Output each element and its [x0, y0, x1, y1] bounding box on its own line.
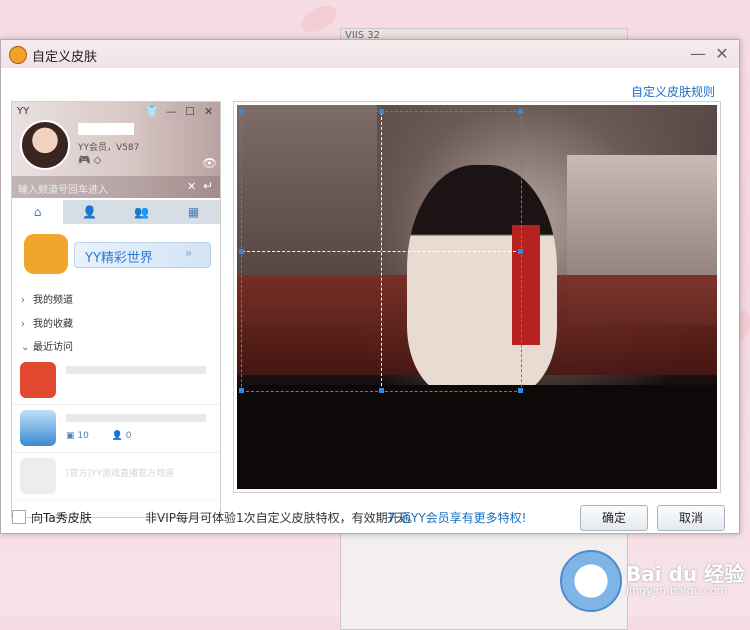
- cancel-button[interactable]: 取消: [657, 505, 725, 531]
- recent-count-a: 10: [77, 431, 89, 441]
- recent-count-b: 0: [125, 431, 132, 441]
- preview-search-placeholder: 输入频道号回车进入: [18, 185, 108, 196]
- baidu-paw-icon: [560, 550, 622, 612]
- crop-handle-right[interactable]: [518, 249, 523, 254]
- preview-nav-recent: ⌄ 最近访问: [21, 338, 73, 353]
- confirm-button[interactable]: 确定: [580, 505, 648, 531]
- show-skin-checkbox[interactable]: [12, 510, 26, 524]
- preview-nav-favorites: › 我的收藏: [21, 315, 73, 330]
- skin-rules-link[interactable]: 自定义皮肤规则: [631, 83, 715, 100]
- baidu-watermark: Bai du 经验 jingyan.baidu.com: [560, 550, 750, 616]
- banner-pill: YY精彩世界 »: [74, 242, 211, 268]
- crop-handle-bottom-right[interactable]: [518, 388, 523, 393]
- preview-skin-icon: 👕: [145, 105, 159, 118]
- crop-selection-box[interactable]: [239, 109, 523, 393]
- crop-handle-bottom[interactable]: [379, 388, 384, 393]
- dialog-title: 自定义皮肤: [32, 50, 98, 65]
- groups-tab-icon: 👥: [134, 205, 149, 219]
- dialog-footer: 向Ta秀皮肤 非VIP每月可体验1次自定义皮肤特权，有效期7天。 开通YY会员享…: [1, 496, 739, 533]
- enter-icon: ↵: [203, 179, 214, 193]
- watermark-url: jingyan.baidu.com: [626, 584, 728, 597]
- vip-upgrade-link[interactable]: 开通YY会员享有更多特权!: [387, 509, 526, 526]
- recent-counts: ▣ 10 👤 0: [66, 431, 132, 441]
- preview-minimize-icon: —: [166, 105, 177, 118]
- preview-maximize-icon: ☐: [185, 105, 195, 118]
- list-item: [12, 356, 220, 405]
- uploaded-photo[interactable]: [237, 105, 717, 489]
- chevron-right-icon: ›: [21, 295, 25, 306]
- crop-handle-top[interactable]: [379, 109, 384, 114]
- blurred-title: [66, 414, 206, 422]
- preview-status-icons: 🎮 ◇: [78, 155, 102, 166]
- skin-preview-panel: YY 👕 — ☐ ✕ YY会员，V587 🎮 ◇ 👁 输入频道号回车进入 ✕ ↵…: [11, 101, 221, 518]
- recent-title: [官方]YY游戏直播官方频道: [66, 469, 175, 479]
- crop-handle-left[interactable]: [239, 249, 244, 254]
- preview-header: YY 👕 — ☐ ✕ YY会员，V587 🎮 ◇ 👁 输入频道号回车进入 ✕ ↵: [12, 102, 220, 198]
- close-button[interactable]: ✕: [711, 43, 733, 65]
- list-item: ▣ 10 👤 0: [12, 404, 220, 453]
- nav-label: 最近访问: [33, 342, 73, 353]
- nav-label: 我的频道: [33, 295, 73, 306]
- eye-icon: 👁: [202, 156, 218, 170]
- yy-logo-icon: [9, 46, 27, 64]
- crop-handle-top-left[interactable]: [239, 109, 244, 114]
- preview-search-bar: 输入频道号回车进入 ✕ ↵: [12, 176, 220, 198]
- preview-tabs: ⌂ 👤 👥 ▦: [12, 200, 220, 224]
- crop-handle-bottom-left[interactable]: [239, 388, 244, 393]
- preview-close-icon: ✕: [204, 105, 214, 118]
- vip-notice-text: 非VIP每月可体验1次自定义皮肤特权，有效期7天。: [145, 511, 420, 525]
- chevron-right-icon: ›: [21, 319, 25, 330]
- image-crop-area[interactable]: [233, 101, 721, 493]
- double-chevron-icon: »: [185, 246, 193, 260]
- preview-vip-text: YY会员，V587: [78, 143, 140, 153]
- preview-username: [78, 123, 134, 135]
- chevron-down-icon: ⌄: [21, 342, 30, 353]
- minimize-button[interactable]: —: [687, 43, 709, 65]
- yy-mascot-icon: [24, 234, 68, 274]
- list-item: [官方]YY游戏直播官方频道: [12, 452, 220, 501]
- blurred-title: [66, 366, 206, 374]
- channel-chat-icon: [20, 362, 56, 398]
- channel-service-icon: [20, 410, 56, 446]
- preview-nav-my-channels: › 我的频道: [21, 291, 73, 306]
- banner-label: YY精彩世界: [85, 251, 153, 266]
- dialog-titlebar[interactable]: 自定义皮肤 — ✕: [1, 40, 739, 68]
- watermark-brand: Bai du 经验: [626, 562, 745, 586]
- clear-icon: ✕: [187, 180, 197, 193]
- avatar: [20, 120, 70, 170]
- custom-skin-dialog: 自定义皮肤 — ✕ 自定义皮肤规则 YY 👕 — ☐ ✕ YY会员，V587 🎮…: [0, 39, 740, 534]
- channel-icon: [20, 458, 56, 494]
- nav-label: 我的收藏: [33, 319, 73, 330]
- apps-tab-icon: ▦: [187, 205, 200, 219]
- contacts-tab-icon: 👤: [82, 205, 97, 219]
- petal-decoration: [297, 2, 341, 36]
- photo-floor: [237, 385, 717, 489]
- crop-handle-top-right[interactable]: [518, 109, 523, 114]
- preview-banner: YY精彩世界 »: [24, 234, 211, 274]
- home-tab-icon: ⌂: [12, 200, 63, 224]
- show-skin-checkbox-label[interactable]: 向Ta秀皮肤: [31, 509, 92, 526]
- crop-guide-horizontal: [242, 251, 521, 252]
- preview-app-label: YY: [17, 106, 30, 117]
